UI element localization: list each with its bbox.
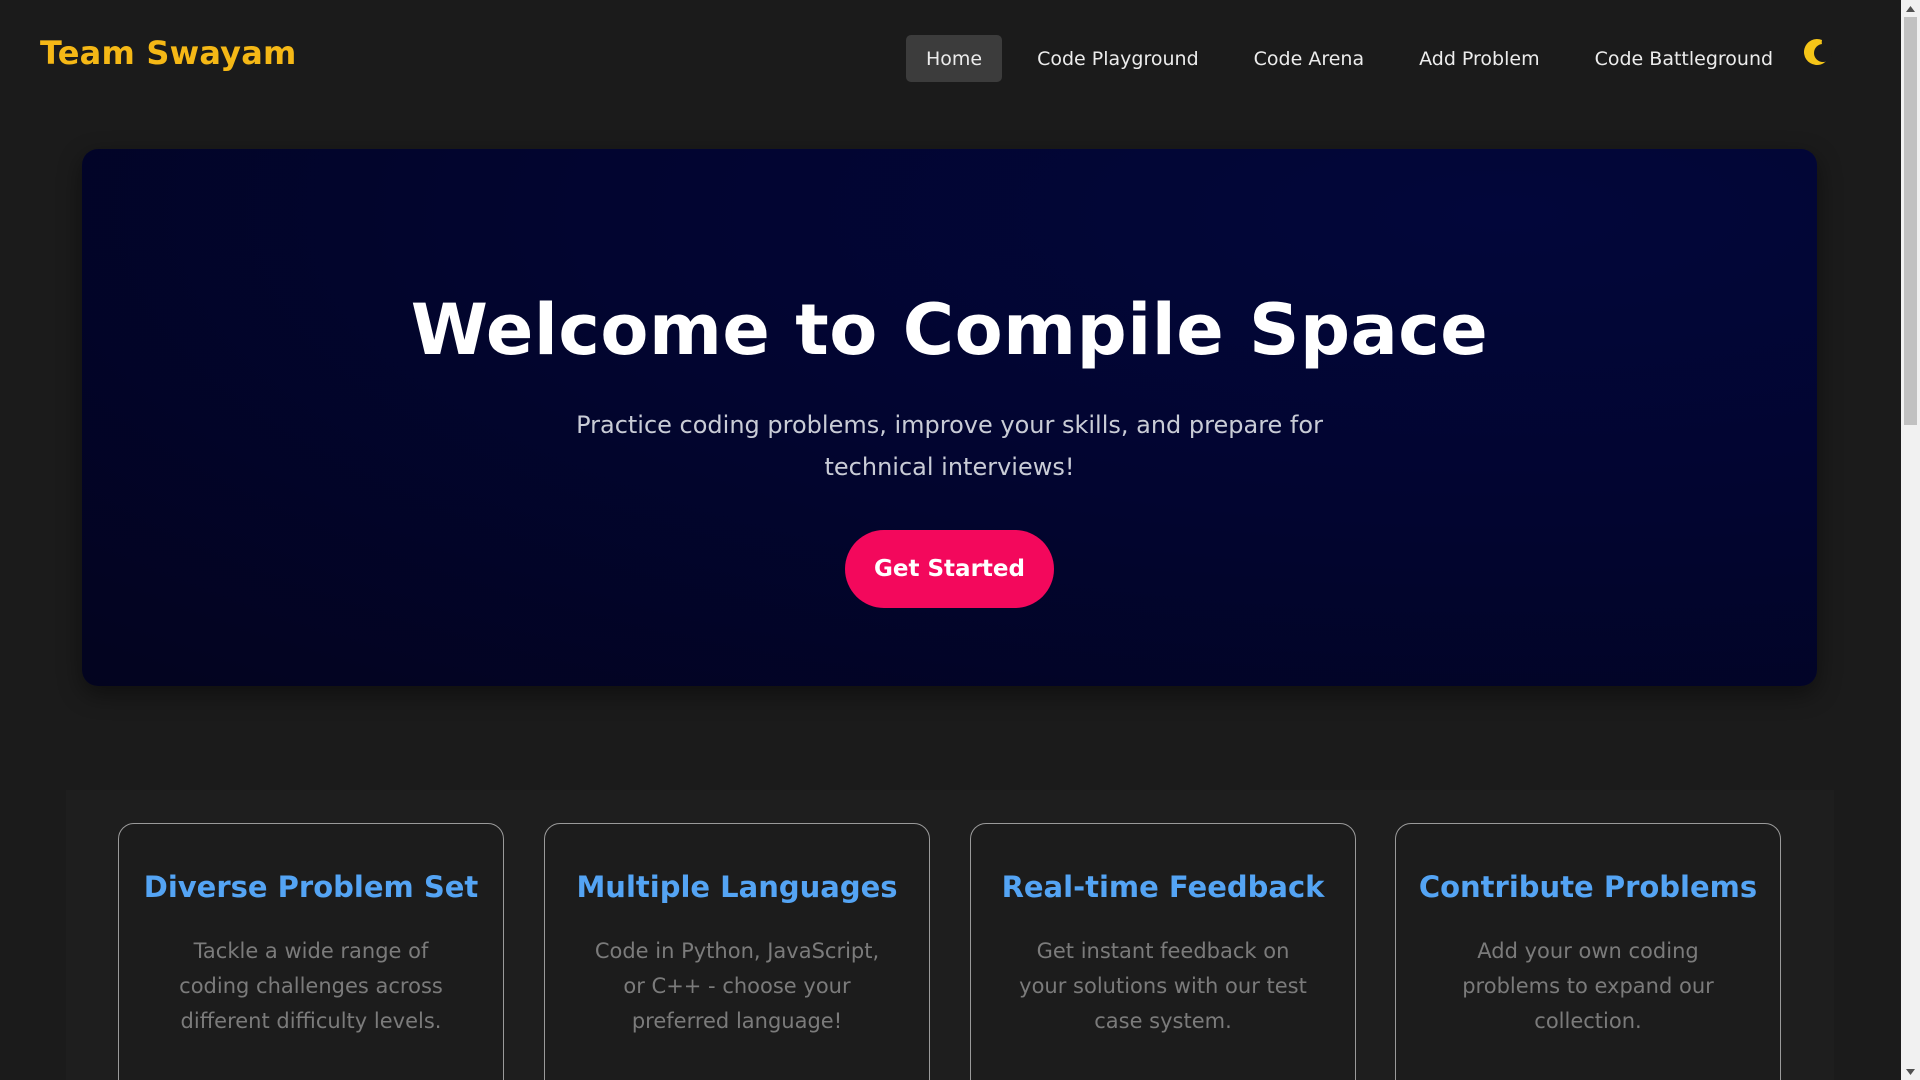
scroll-down-arrow-icon[interactable]	[1901, 1063, 1920, 1080]
feature-card-real-time-feedback: Real-time Feedback Get instant feedback …	[970, 823, 1356, 1080]
nav-link-code-battleground[interactable]: Code Battleground	[1575, 35, 1793, 82]
feature-title: Contribute Problems	[1418, 870, 1758, 904]
feature-card-multiple-languages: Multiple Languages Code in Python, JavaS…	[544, 823, 930, 1080]
crescent-moon-icon	[1804, 39, 1832, 65]
get-started-button[interactable]: Get Started	[845, 530, 1054, 608]
theme-toggle-button[interactable]	[1800, 36, 1832, 68]
feature-card-contribute-problems: Contribute Problems Add your own coding …	[1395, 823, 1781, 1080]
features-section: Diverse Problem Set Tackle a wide range …	[66, 790, 1834, 1080]
feature-description: Add your own coding problems to expand o…	[1462, 939, 1714, 1033]
brand-logo[interactable]: Team Swayam	[40, 34, 297, 72]
hero-banner: Welcome to Compile Space Practice coding…	[82, 149, 1817, 686]
vertical-scrollbar[interactable]	[1901, 0, 1920, 1080]
nav-link-home[interactable]: Home	[906, 35, 1003, 82]
navbar: Team Swayam Home Code Playground Code Ar…	[0, 0, 1901, 110]
scroll-up-arrow-icon[interactable]	[1901, 0, 1920, 17]
hero-subtitle: Practice coding problems, improve your s…	[576, 411, 1323, 481]
feature-title: Diverse Problem Set	[143, 870, 479, 904]
feature-title: Multiple Languages	[576, 870, 898, 904]
nav-link-add-problem[interactable]: Add Problem	[1399, 35, 1560, 82]
page: Team Swayam Home Code Playground Code Ar…	[0, 0, 1901, 1080]
nav-links: Home Code Playground Code Arena Add Prob…	[906, 35, 1808, 82]
nav-link-code-arena[interactable]: Code Arena	[1234, 35, 1384, 82]
feature-card-diverse-problem-set: Diverse Problem Set Tackle a wide range …	[118, 823, 504, 1080]
scrollbar-thumb[interactable]	[1904, 17, 1917, 425]
hero-title: Welcome to Compile Space	[410, 289, 1489, 371]
feature-description: Tackle a wide range of coding challenges…	[179, 939, 443, 1033]
feature-description: Code in Python, JavaScript, or C++ - cho…	[594, 939, 880, 1033]
nav-link-code-playground[interactable]: Code Playground	[1017, 35, 1219, 82]
feature-title: Real-time Feedback	[1001, 870, 1325, 904]
feature-description: Get instant feedback on your solutions w…	[1019, 939, 1307, 1033]
